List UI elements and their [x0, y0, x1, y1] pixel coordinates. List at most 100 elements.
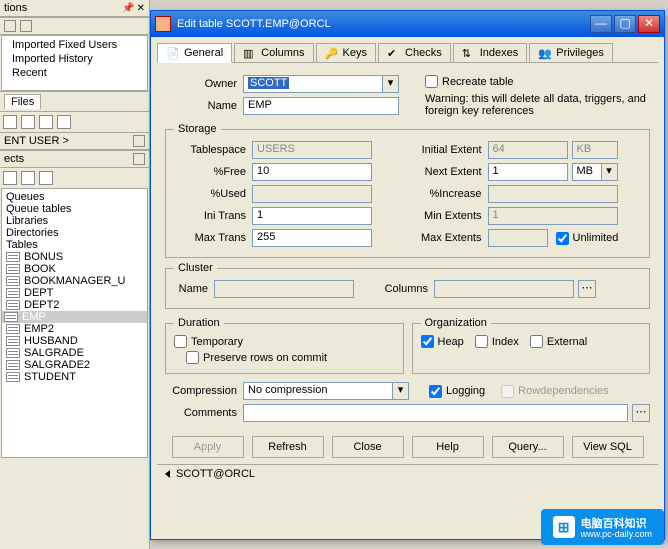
close-button[interactable]: Close — [332, 436, 404, 458]
tab-privileges[interactable]: 👥Privileges — [529, 43, 613, 62]
pctincrease-label: %Increase — [418, 188, 488, 200]
recreate-checkbox[interactable]: Recreate table — [425, 75, 514, 88]
initial-extent-unit[interactable]: KB — [572, 141, 618, 159]
next-extent-label: Next Extent — [418, 166, 488, 178]
titlebar[interactable]: Edit table SCOTT.EMP@ORCL — ▢ ✕ — [151, 11, 664, 37]
logging-checkbox[interactable]: Logging — [429, 385, 485, 398]
table-row[interactable]: BOOK — [2, 263, 147, 275]
tab-indexes[interactable]: ⇅Indexes — [453, 43, 528, 62]
pin-icon[interactable]: 📌 — [122, 3, 134, 14]
table-row[interactable]: DEPT2 — [2, 299, 147, 311]
dropdown-icon[interactable]: ▾ — [383, 75, 399, 93]
tablespace-input[interactable]: USERS — [252, 141, 372, 159]
tree-group[interactable]: Queue tables — [2, 203, 147, 215]
initrans-label: Ini Trans — [174, 210, 252, 222]
dropdown-icon[interactable]: ▾ — [393, 382, 409, 400]
tool-icon[interactable] — [3, 115, 17, 129]
external-checkbox[interactable]: External — [530, 335, 587, 348]
maximize-button[interactable]: ▢ — [614, 15, 636, 33]
sidebar-header: tions 📌 ✕ — [0, 0, 149, 17]
compression-combo[interactable]: No compression▾ — [243, 382, 409, 400]
object-tree[interactable]: Queues Queue tables Libraries Directorie… — [1, 188, 148, 458]
tree-group[interactable]: Libraries — [2, 215, 147, 227]
tool-icon[interactable] — [39, 171, 53, 185]
browse-button[interactable]: ⋯ — [578, 280, 596, 298]
left-sidebar: tions 📌 ✕ Imported Fixed Users Imported … — [0, 0, 150, 549]
dropdown-icon[interactable]: ▾ — [602, 163, 618, 181]
tab-columns[interactable]: ▥Columns — [234, 43, 313, 62]
list-item[interactable]: Recent — [2, 66, 147, 80]
sidebar-title: tions — [4, 2, 27, 14]
tree-group[interactable]: Directories — [2, 227, 147, 239]
compression-label: Compression — [165, 385, 243, 397]
query-button[interactable]: Query... — [492, 436, 564, 458]
next-extent-input[interactable]: 1 — [488, 163, 568, 181]
tree-group[interactable]: Queues — [2, 191, 147, 203]
organization-legend: Organization — [421, 317, 491, 329]
tab-keys[interactable]: 🔑Keys — [316, 43, 376, 62]
tool-icon[interactable] — [21, 115, 35, 129]
minimize-button[interactable]: — — [590, 15, 612, 33]
table-row[interactable]: HUSBAND — [2, 335, 147, 347]
minextents-input[interactable]: 1 — [488, 207, 618, 225]
minus-icon[interactable] — [4, 20, 16, 32]
unlimited-checkbox[interactable]: Unlimited — [556, 232, 619, 245]
table-row[interactable]: BOOKMANAGER_U — [2, 275, 147, 287]
cluster-name-input[interactable] — [214, 280, 354, 298]
edit-table-dialog: Edit table SCOTT.EMP@ORCL — ▢ ✕ 📄General… — [150, 10, 665, 540]
table-row[interactable]: SALGRADE — [2, 347, 147, 359]
owner-combo[interactable]: SCOTT ▾ — [243, 75, 399, 93]
dropdown-icon[interactable] — [20, 20, 32, 32]
cluster-group: Cluster Name Columns ⋯ — [165, 262, 650, 309]
table-icon — [4, 312, 18, 322]
pctused-input[interactable] — [252, 185, 372, 203]
viewsql-button[interactable]: View SQL — [572, 436, 644, 458]
privileges-icon: 👥 — [538, 47, 552, 59]
dropdown-icon[interactable] — [133, 153, 145, 165]
pctincrease-input[interactable] — [488, 185, 618, 203]
heap-checkbox[interactable]: Heap — [421, 335, 464, 348]
comments-browse-button[interactable]: ⋯ — [632, 404, 650, 422]
help-button[interactable]: Help — [412, 436, 484, 458]
dropdown-icon[interactable] — [133, 135, 145, 147]
next-extent-unit[interactable]: MB — [572, 163, 602, 181]
general-panel: Owner SCOTT ▾ Name EMP Recreate table Wa… — [157, 71, 658, 430]
table-row[interactable]: EMP2 — [2, 323, 147, 335]
tab-general[interactable]: 📄General — [157, 43, 232, 63]
apply-button[interactable]: Apply — [172, 436, 244, 458]
table-row[interactable]: BONUS — [2, 251, 147, 263]
maxextents-input[interactable] — [488, 229, 548, 247]
comments-input[interactable] — [243, 404, 628, 422]
name-input[interactable]: EMP — [243, 97, 399, 115]
list-item[interactable]: Imported History — [2, 52, 147, 66]
table-row-selected[interactable]: EMP — [2, 311, 147, 323]
table-row[interactable]: SALGRADE2 — [2, 359, 147, 371]
watermark-sub: www.pc-daily.com — [581, 529, 652, 539]
maxtrans-input[interactable]: 255 — [252, 229, 372, 247]
pctfree-label: %Free — [174, 166, 252, 178]
close-panel-icon[interactable]: ✕ — [137, 3, 145, 14]
initrans-input[interactable]: 1 — [252, 207, 372, 225]
columns-icon: ▥ — [243, 47, 257, 59]
pctfree-input[interactable]: 10 — [252, 163, 372, 181]
tree-group[interactable]: Tables — [2, 239, 147, 251]
tab-bar: 📄General ▥Columns 🔑Keys ✔Checks ⇅Indexes… — [157, 43, 658, 63]
refresh-button[interactable]: Refresh — [252, 436, 324, 458]
duration-group: Duration Temporary Preserve rows on comm… — [165, 317, 404, 374]
files-tab[interactable]: Files — [4, 94, 41, 109]
tab-checks[interactable]: ✔Checks — [378, 43, 451, 62]
list-item[interactable]: Imported Fixed Users — [2, 38, 147, 52]
table-row[interactable]: DEPT — [2, 287, 147, 299]
tool-icon[interactable] — [3, 171, 17, 185]
cluster-columns-input[interactable] — [434, 280, 574, 298]
tool-icon[interactable] — [39, 115, 53, 129]
tool-icon[interactable] — [57, 115, 71, 129]
index-checkbox[interactable]: Index — [475, 335, 519, 348]
temporary-checkbox[interactable]: Temporary — [174, 335, 243, 348]
table-row[interactable]: STUDENT — [2, 371, 147, 383]
pctused-label: %Used — [174, 188, 252, 200]
tool-icon[interactable] — [21, 171, 35, 185]
preserve-checkbox[interactable]: Preserve rows on commit — [186, 351, 327, 364]
initial-extent-input[interactable]: 64 — [488, 141, 568, 159]
close-button[interactable]: ✕ — [638, 15, 660, 33]
